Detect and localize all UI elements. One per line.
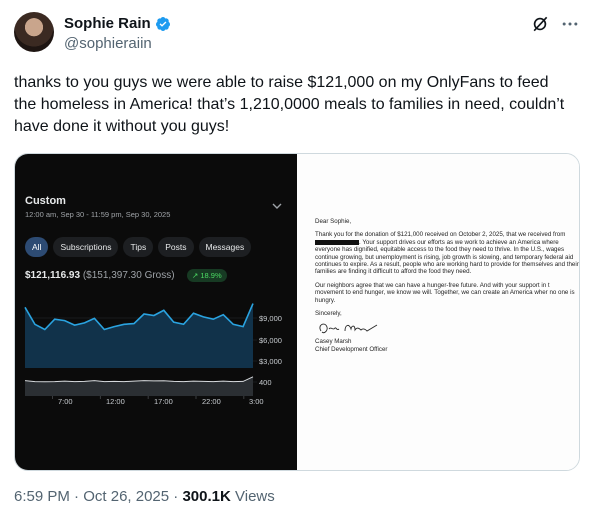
views-label: Views	[235, 488, 275, 505]
tweet-text: thanks to you guys we were able to raise…	[14, 74, 565, 135]
signer-title: Chief Development Officer	[315, 345, 388, 353]
tweet-date[interactable]: Oct 26, 2025	[83, 488, 169, 505]
tab-tips: Tips	[123, 237, 154, 257]
signer-name: Casey Marsh	[315, 338, 352, 346]
range-title: Custom	[25, 195, 66, 207]
x-tick-label: 22:00	[202, 397, 221, 406]
signature-image	[319, 324, 378, 334]
tab-all: All	[25, 237, 49, 257]
letter-paragraph-2: Our neighbors agree that we can have a h…	[315, 281, 575, 304]
grok-icon[interactable]	[530, 14, 550, 34]
tab-posts: Posts	[158, 237, 194, 257]
series-area	[25, 303, 253, 368]
x-tick-label: 3:00	[249, 397, 264, 406]
author-name-row[interactable]: Sophie Rain	[64, 15, 171, 32]
y-tick-label: $6,000	[259, 336, 282, 345]
gross-amount: ($151,397.30 Gross)	[82, 270, 175, 281]
tweet-meta: 6:59 PM · Oct 26, 2025 · 300.1K Views	[14, 488, 275, 505]
more-icon[interactable]	[560, 14, 580, 34]
growth-value: 18.9%	[200, 271, 222, 280]
letter-paragraph-1: Thank you for the donation of $121,000 r…	[315, 231, 579, 276]
x-tick-label: 12:00	[106, 397, 125, 406]
series-line	[24, 376, 254, 383]
meta-separator: ·	[74, 488, 84, 505]
verified-badge-icon	[155, 16, 170, 31]
redaction-bar	[315, 239, 359, 245]
series-area	[25, 376, 253, 396]
earnings-screenshot[interactable]: Custom 12:00 am, Sep 30 - 11:59 pm, Sep …	[15, 154, 297, 470]
y-tick-label: $3,000	[259, 357, 282, 366]
letter-salutation: Dear Sophie,	[315, 218, 352, 225]
x-tick-label: 7:00	[58, 397, 73, 406]
donation-letter[interactable]: Dear Sophie, Thank you for the donation …	[297, 154, 579, 470]
x-tick-label: 17:00	[154, 397, 173, 406]
author-handle[interactable]: @sophieraiin	[64, 35, 152, 52]
range-subtitle: 12:00 am, Sep 30 - 11:59 pm, Sep 30, 202…	[25, 210, 171, 219]
view-count: 300.1K	[182, 488, 231, 505]
letter-paragraph-1a: Thank you for the donation of $121,000 r…	[315, 231, 566, 239]
letter-body: Dear Sophie, Thank you for the donation …	[315, 218, 579, 353]
tab-subscriptions: Subscriptions	[53, 237, 119, 257]
avatar[interactable]	[14, 12, 54, 52]
author-name[interactable]: Sophie Rain	[64, 15, 151, 32]
y-tick-label: $9,000	[259, 314, 282, 323]
y-tick-label-lower: 400	[259, 378, 272, 387]
tweet-media[interactable]: Custom 12:00 am, Sep 30 - 11:59 pm, Sep …	[14, 153, 580, 471]
chevron-down-icon	[272, 203, 282, 209]
net-amount: $121,116.93	[25, 270, 81, 281]
tab-messages: Messages	[198, 237, 252, 257]
earnings-tabs: All Subscriptions Tips Posts Messages	[25, 237, 252, 257]
earnings-amount: $121,116.93 ($151,397.30 Gross)	[25, 270, 175, 281]
tweet-time[interactable]: 6:59 PM	[14, 488, 70, 505]
growth-badge: ↗ 18.9%	[187, 269, 227, 282]
letter-closing: Sincerely,	[315, 310, 342, 318]
